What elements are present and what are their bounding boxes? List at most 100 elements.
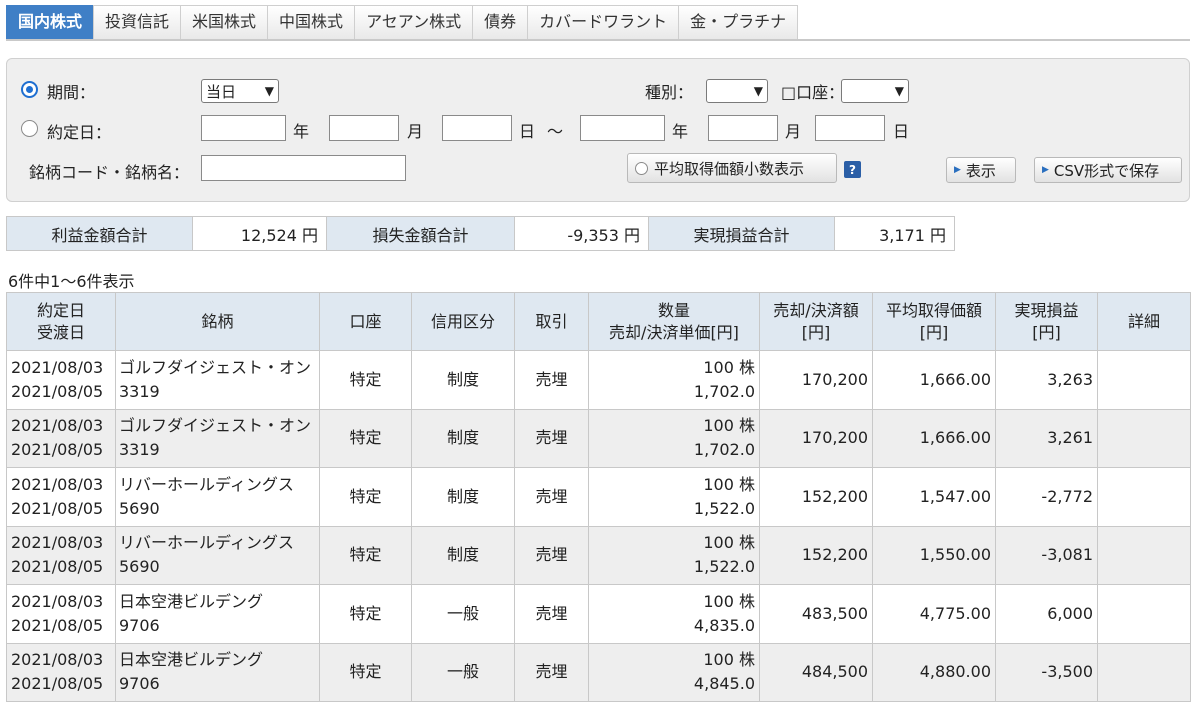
pl-cell: 3,261 (995, 408, 1098, 468)
pl-cell: 6,000 (995, 584, 1098, 644)
account-label-wrap: □口座： (781, 79, 844, 103)
pl-cell: -3,081 (995, 525, 1098, 585)
col-account: 口座 (319, 292, 412, 351)
avg-cell: 4,775.00 (872, 584, 996, 644)
result-count: 6件中1～6件表示 (8, 272, 135, 291)
csv-save-button[interactable]: ▶ CSV形式で保存 (1034, 157, 1182, 183)
stock-cell[interactable]: リバーホールディングス 5690 (115, 525, 320, 585)
amount-cell: 483,500 (759, 584, 873, 644)
stock-cell[interactable]: ゴルフダイジェスト・オン 3319 (115, 408, 320, 468)
trade-cell: 売埋 (514, 584, 589, 644)
search-panel: 期間： 当日 ▼ 種別： ▼ □口座： ▼ 約定日： 年 月 日 ～ 年 月 日… (6, 58, 1190, 202)
qty-cell: 100 株 1,702.0 (588, 408, 760, 468)
from-year-input[interactable] (201, 115, 286, 141)
period-radio[interactable] (21, 81, 38, 98)
tab-covered-warrants[interactable]: カバードワラント (527, 5, 680, 39)
credit-cell: 一般 (411, 584, 515, 644)
to-month-input[interactable] (708, 115, 778, 141)
loss-total-label: 損失金額合計 (326, 216, 515, 251)
col-qty: 数量 売却/決済単価[円] (588, 292, 760, 351)
contract-date-label: 約定日： (47, 123, 112, 142)
from-month-input[interactable] (329, 115, 399, 141)
detail-cell (1097, 350, 1191, 410)
qty-cell: 100 株 4,835.0 (588, 584, 760, 644)
qty-cell: 100 株 1,522.0 (588, 467, 760, 527)
qty-cell: 100 株 1,522.0 (588, 525, 760, 585)
table-row: 2021/08/03 2021/08/05 ゴルフダイジェスト・オン 3319 特定… (6, 350, 1191, 410)
period-select[interactable]: 当日 ▼ (201, 79, 279, 103)
avg-cell: 4,880.00 (872, 642, 996, 702)
contract-date-radio[interactable] (21, 120, 38, 137)
detail-cell (1097, 525, 1191, 585)
tab-china-stocks[interactable]: 中国株式 (267, 5, 356, 39)
to-year-input[interactable] (580, 115, 665, 141)
play-arrow-icon: ▶ (1042, 165, 1049, 175)
to-day-input[interactable] (815, 115, 885, 141)
table-row: 2021/08/03 2021/08/05 リバーホールディングス 5690 特定 … (6, 525, 1191, 585)
realized-total-label: 実現損益合計 (648, 216, 835, 251)
avg-decimal-button[interactable]: 平均取得価額小数表示 (627, 153, 837, 183)
account-select[interactable]: ▼ (841, 79, 909, 103)
type-label: 種別： (645, 83, 694, 102)
table-header-row: 約定日 受渡日 銘柄 口座 信用区分 取引 数量 売却/決済単価[円] 売却/決済額… (6, 292, 1191, 351)
type-select[interactable]: ▼ (706, 79, 768, 103)
amount-cell: 152,200 (759, 467, 873, 527)
month-label: 月 (785, 122, 802, 141)
pl-cell: -2,772 (995, 467, 1098, 527)
period-select-value: 当日 (206, 82, 237, 101)
credit-cell: 一般 (411, 642, 515, 702)
from-day-input[interactable] (442, 115, 512, 141)
tab-asean-stocks[interactable]: アセアン株式 (354, 5, 474, 39)
credit-cell: 制度 (411, 350, 515, 410)
col-credit: 信用区分 (411, 292, 515, 351)
qty-cell: 100 株 1,702.0 (588, 350, 760, 410)
realized-pl-table: 約定日 受渡日 銘柄 口座 信用区分 取引 数量 売却/決済単価[円] 売却/決済額… (6, 292, 1191, 702)
code-input[interactable] (201, 155, 406, 181)
market-tabs: 国内株式 投資信託 米国株式 中国株式 アセアン株式 債券 カバードワラント 金… (6, 5, 799, 39)
stock-cell[interactable]: ゴルフダイジェスト・オン 3319 (115, 350, 320, 410)
account-cell: 特定 (319, 525, 412, 585)
col-avg: 平均取得価額 [円] (872, 292, 996, 351)
year-label: 年 (672, 122, 689, 141)
summary-table: 利益金額合計 12,524 円 損失金額合計 -9,353 円 実現損益合計 3… (6, 216, 955, 251)
account-cell: 特定 (319, 350, 412, 410)
trade-cell: 売埋 (514, 642, 589, 702)
detail-cell (1097, 642, 1191, 702)
stock-cell[interactable]: 日本空港ビルデング 9706 (115, 642, 320, 702)
col-amount: 売却/決済額 [円] (759, 292, 873, 351)
day-label: 日 (519, 122, 536, 141)
account-cell: 特定 (319, 467, 412, 527)
col-detail: 詳細 (1097, 292, 1191, 351)
chevron-down-icon: ▼ (894, 84, 904, 98)
tab-divider (6, 39, 1190, 41)
dates-cell: 2021/08/03 2021/08/05 (6, 584, 116, 644)
avg-decimal-label: 平均取得価額小数表示 (654, 159, 805, 178)
account-checkbox[interactable]: □ (781, 83, 796, 102)
dates-cell: 2021/08/03 2021/08/05 (6, 525, 116, 585)
tab-bonds[interactable]: 債券 (472, 5, 529, 39)
trade-cell: 売埋 (514, 408, 589, 468)
col-dates: 約定日 受渡日 (6, 292, 116, 351)
dates-cell: 2021/08/03 2021/08/05 (6, 642, 116, 702)
chevron-down-icon: ▼ (264, 84, 274, 98)
avg-cell: 1,666.00 (872, 408, 996, 468)
tab-gold-platinum[interactable]: 金・プラチナ (678, 5, 799, 39)
stock-cell[interactable]: リバーホールディングス 5690 (115, 467, 320, 527)
show-button[interactable]: ▶ 表示 (946, 157, 1016, 183)
radio-icon (635, 161, 648, 175)
table-row: 2021/08/03 2021/08/05 ゴルフダイジェスト・オン 3319 特定… (6, 408, 1191, 468)
detail-cell (1097, 408, 1191, 468)
dates-cell: 2021/08/03 2021/08/05 (6, 350, 116, 410)
show-button-label: 表示 (965, 161, 996, 180)
amount-cell: 484,500 (759, 642, 873, 702)
day-label: 日 (893, 122, 910, 141)
tab-us-stocks[interactable]: 米国株式 (180, 5, 269, 39)
avg-cell: 1,550.00 (872, 525, 996, 585)
code-label: 銘柄コード・銘柄名： (29, 163, 190, 182)
amount-cell: 170,200 (759, 350, 873, 410)
tab-domestic-stocks[interactable]: 国内株式 (6, 5, 95, 39)
tab-investment-trusts[interactable]: 投資信託 (93, 5, 182, 39)
stock-cell[interactable]: 日本空港ビルデング 9706 (115, 584, 320, 644)
detail-cell (1097, 467, 1191, 527)
help-icon[interactable]: ? (844, 161, 861, 178)
